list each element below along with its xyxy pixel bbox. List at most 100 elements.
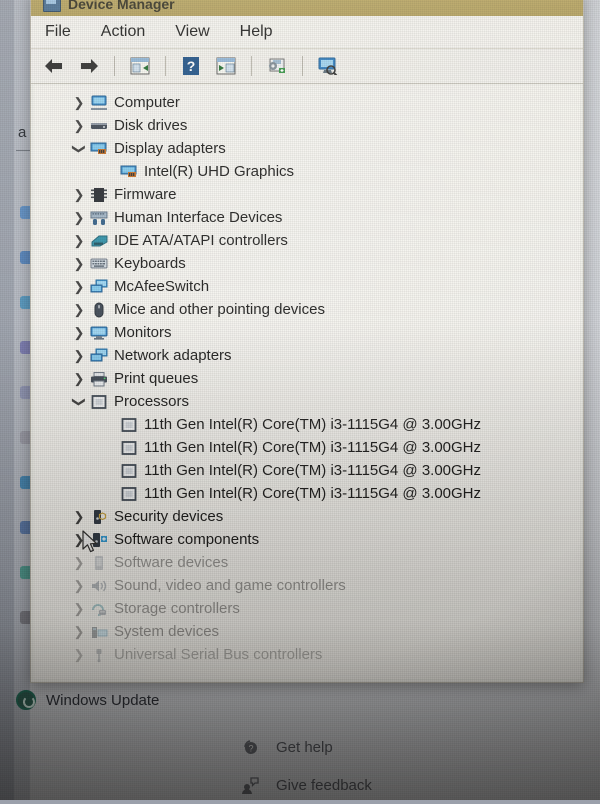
help-question-icon: ? bbox=[240, 737, 260, 757]
tree-item[interactable]: ❯ Monitors bbox=[34, 321, 580, 344]
menu-view[interactable]: View bbox=[175, 23, 209, 41]
ide-controller-icon bbox=[88, 233, 110, 249]
tree-item-label: Software components bbox=[114, 531, 260, 548]
printer-icon bbox=[88, 371, 110, 387]
give-feedback-link[interactable]: Give feedback bbox=[240, 766, 450, 804]
tree-item[interactable]: ❯ Mice and other pointing devices bbox=[34, 298, 580, 321]
firmware-chip-icon bbox=[88, 187, 110, 203]
tree-item-label: Security devices bbox=[114, 508, 224, 525]
get-help-link[interactable]: ? Get help bbox=[240, 728, 450, 766]
tree-item-label: Disk drives bbox=[114, 117, 188, 134]
title-bar[interactable]: Device Manager bbox=[31, 0, 583, 16]
usb-controller-icon bbox=[88, 647, 110, 663]
settings-window-edge bbox=[0, 0, 14, 800]
help-button[interactable]: ? bbox=[178, 54, 204, 78]
menu-file[interactable]: File bbox=[45, 23, 71, 41]
tree-item-label: Print queues bbox=[114, 370, 199, 387]
tree-item[interactable]: ❯ Security devices bbox=[34, 505, 580, 528]
device-manager-icon bbox=[43, 0, 61, 12]
tree-item[interactable]: ❯ Universal Serial Bus controllers bbox=[34, 643, 580, 666]
chevron-right-icon[interactable]: ❯ bbox=[70, 187, 88, 203]
chevron-right-icon[interactable]: ❯ bbox=[70, 118, 88, 134]
chevron-right-icon[interactable]: ❯ bbox=[70, 532, 88, 548]
tree-item-label: Universal Serial Bus controllers bbox=[114, 646, 323, 663]
chevron-right-icon[interactable]: ❯ bbox=[70, 578, 88, 594]
hid-icon bbox=[88, 210, 110, 226]
chevron-right-icon[interactable]: ❯ bbox=[70, 95, 88, 111]
chevron-right-icon[interactable]: ❯ bbox=[70, 348, 88, 364]
network-adapter-icon bbox=[88, 348, 110, 364]
chevron-right-icon[interactable]: ❯ bbox=[70, 601, 88, 617]
sidebar-item-windows-update[interactable]: Windows Update bbox=[16, 690, 159, 710]
tree-item[interactable]: ❯ Processors bbox=[34, 390, 580, 413]
window-title: Device Manager bbox=[68, 0, 175, 12]
network-adapter-icon bbox=[88, 279, 110, 295]
tree-item-label: Display adapters bbox=[114, 140, 226, 157]
chevron-right-icon[interactable]: ❯ bbox=[70, 279, 88, 295]
processor-icon bbox=[118, 417, 140, 433]
toolbar: ? bbox=[31, 49, 583, 84]
tree-item-label: Software devices bbox=[114, 554, 229, 571]
tree-item[interactable]: ❯ Software devices bbox=[34, 551, 580, 574]
tree-item[interactable]: ❯ Software components bbox=[34, 528, 580, 551]
tree-item[interactable]: ❯ System devices bbox=[34, 620, 580, 643]
toolbar-separator bbox=[165, 56, 166, 76]
properties-button[interactable] bbox=[127, 54, 153, 78]
tree-item[interactable]: ❯11th Gen Intel(R) Core(TM) i3-1115G4 @ … bbox=[34, 436, 580, 459]
chevron-right-icon[interactable]: ❯ bbox=[70, 624, 88, 640]
chevron-right-icon[interactable]: ❯ bbox=[70, 371, 88, 387]
chevron-down-icon[interactable]: ❯ bbox=[71, 393, 87, 411]
chevron-right-icon[interactable]: ❯ bbox=[70, 256, 88, 272]
menu-action[interactable]: Action bbox=[101, 23, 145, 41]
tree-item[interactable]: ❯ Print queues bbox=[34, 367, 580, 390]
tree-item-label: Monitors bbox=[114, 324, 172, 341]
settings-help-links: ? Get help Give feedback bbox=[240, 728, 450, 804]
tree-item-label: System devices bbox=[114, 623, 220, 640]
tree-item[interactable]: ❯ Keyboards bbox=[34, 252, 580, 275]
tree-item[interactable]: ❯11th Gen Intel(R) Core(TM) i3-1115G4 @ … bbox=[34, 459, 580, 482]
forward-button[interactable] bbox=[76, 54, 102, 78]
processor-icon bbox=[118, 440, 140, 456]
tree-item[interactable]: ❯ Sound, video and game controllers bbox=[34, 574, 580, 597]
tree-item[interactable]: ❯ IDE ATA/ATAPI controllers bbox=[34, 229, 580, 252]
update-driver-button[interactable] bbox=[213, 54, 239, 78]
chevron-right-icon[interactable]: ❯ bbox=[70, 555, 88, 571]
tree-item[interactable]: ❯Intel(R) UHD Graphics bbox=[34, 160, 580, 183]
tree-item[interactable]: ❯11th Gen Intel(R) Core(TM) i3-1115G4 @ … bbox=[34, 482, 580, 505]
uninstall-device-button[interactable] bbox=[264, 54, 290, 78]
chevron-right-icon[interactable]: ❯ bbox=[70, 233, 88, 249]
chevron-down-icon[interactable]: ❯ bbox=[71, 140, 87, 158]
chevron-right-icon[interactable]: ❯ bbox=[70, 325, 88, 341]
chevron-right-icon[interactable]: ❯ bbox=[70, 647, 88, 663]
disk-drive-icon bbox=[88, 118, 110, 134]
windows-update-icon bbox=[16, 690, 36, 710]
tree-item-label: 11th Gen Intel(R) Core(TM) i3-1115G4 @ 3… bbox=[144, 462, 482, 479]
get-help-label: Get help bbox=[276, 738, 333, 756]
sound-controller-icon bbox=[88, 578, 110, 594]
tree-item-label: 11th Gen Intel(R) Core(TM) i3-1115G4 @ 3… bbox=[144, 439, 482, 456]
chevron-right-icon[interactable]: ❯ bbox=[70, 509, 88, 525]
tree-item-label: Mice and other pointing devices bbox=[114, 301, 325, 318]
tree-item[interactable]: ❯ Storage controllers bbox=[34, 597, 580, 620]
back-button[interactable] bbox=[41, 54, 67, 78]
computer-icon bbox=[88, 95, 110, 111]
tree-item[interactable]: ❯ Network adapters bbox=[34, 344, 580, 367]
tree-item[interactable]: ❯ Human Interface Devices bbox=[34, 206, 580, 229]
tree-item[interactable]: ❯11th Gen Intel(R) Core(TM) i3-1115G4 @ … bbox=[34, 413, 580, 436]
device-tree[interactable]: ❯Computer❯Disk drives❯Display adapters❯I… bbox=[34, 85, 580, 679]
tree-item[interactable]: ❯ Disk drives bbox=[34, 114, 580, 137]
tree-item[interactable]: ❯ Firmware bbox=[34, 183, 580, 206]
tree-item[interactable]: ❯ Display adapters bbox=[34, 137, 580, 160]
tree-item[interactable]: ❯ Computer bbox=[34, 91, 580, 114]
security-device-icon bbox=[88, 509, 110, 525]
windows-update-label: Windows Update bbox=[46, 691, 160, 709]
chevron-right-icon[interactable]: ❯ bbox=[70, 210, 88, 226]
menu-help[interactable]: Help bbox=[240, 23, 273, 41]
tree-item-label: Firmware bbox=[114, 186, 177, 203]
tree-item[interactable]: ❯ McAfeeSwitch bbox=[34, 275, 580, 298]
tree-item-label: 11th Gen Intel(R) Core(TM) i3-1115G4 @ 3… bbox=[144, 485, 482, 502]
processor-icon bbox=[118, 463, 140, 479]
scan-hardware-changes-button[interactable] bbox=[315, 54, 341, 78]
software-device-icon bbox=[88, 555, 110, 571]
chevron-right-icon[interactable]: ❯ bbox=[70, 302, 88, 318]
